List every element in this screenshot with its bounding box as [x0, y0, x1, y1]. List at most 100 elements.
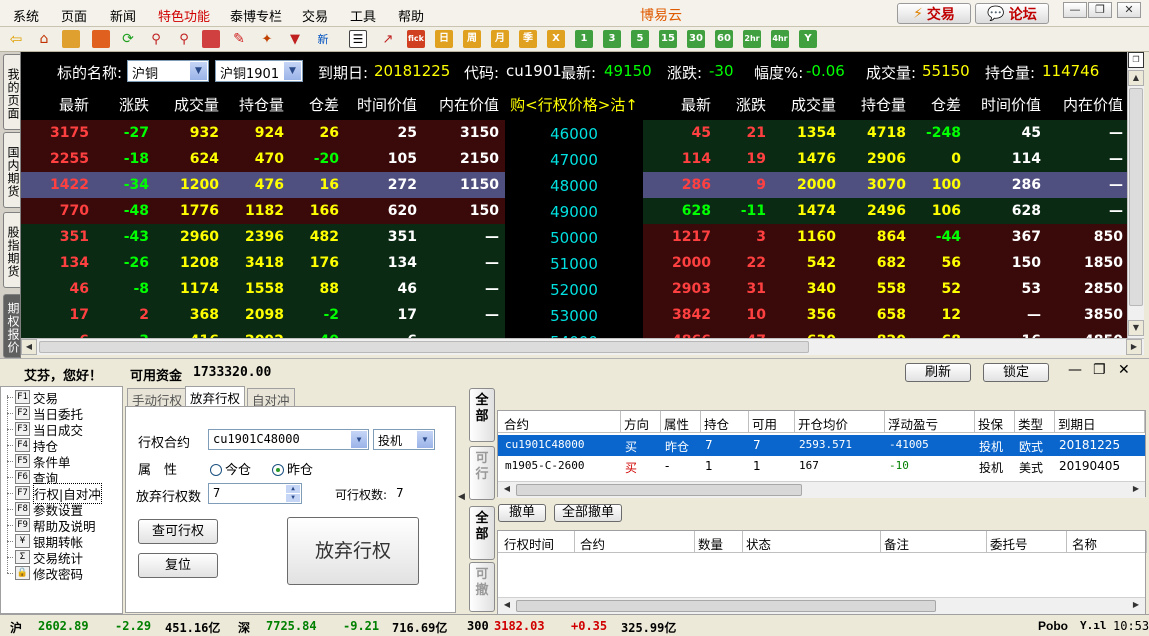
home-icon[interactable]: ⌂	[35, 30, 53, 48]
refresh-icon[interactable]: ⟳	[119, 30, 137, 48]
panel-splitter[interactable]: ◀	[457, 386, 467, 614]
column-divider[interactable]	[742, 531, 743, 553]
positions-col-header[interactable]: 可用	[752, 414, 777, 433]
orders-col-header[interactable]: 备注	[884, 534, 909, 553]
positions-col-header[interactable]: 合约	[504, 414, 529, 433]
abandon-qty-stepper[interactable]: 7 ▲ ▼	[208, 483, 302, 504]
show-all-positions-button[interactable]: 全部	[469, 388, 495, 442]
maximize-panel-icon[interactable]: ❐	[1128, 52, 1144, 68]
min30-button[interactable]: 30	[687, 30, 705, 48]
min60-button[interactable]: 60	[715, 30, 733, 48]
orders-scroll-thumb[interactable]	[516, 600, 936, 612]
contract-combo[interactable]: cu1901C48000 ▼	[208, 429, 369, 450]
trend-chart-icon[interactable]: ↗	[379, 30, 397, 48]
quote-row[interactable]: 3175 -27 932 924 26 25 3150 46000 45 21 1354 4718 -2…	[21, 120, 1127, 146]
position-row[interactable]: m1905-C-2600 买 - 1 1 167 -10 投机 美式 20190405	[498, 456, 1145, 477]
quote-row[interactable]: 2255 -18 624 470 -20 105 2150 47000 114 19 1476 290…	[21, 146, 1127, 172]
menu-system[interactable]: 系统	[13, 6, 39, 25]
tab-self-hedge[interactable]: 自对冲	[247, 388, 295, 408]
column-divider[interactable]	[986, 531, 987, 553]
positions-col-header[interactable]: 类型	[1018, 414, 1043, 433]
column-divider[interactable]	[748, 411, 749, 433]
reset-button[interactable]: 复位	[138, 553, 218, 578]
abandon-exercise-button[interactable]: 放弃行权	[287, 517, 419, 585]
positions-col-header[interactable]: 属性	[664, 414, 689, 433]
vertical-scroll-thumb[interactable]	[1129, 88, 1143, 306]
column-divider[interactable]	[974, 411, 975, 433]
column-divider[interactable]	[1054, 411, 1055, 433]
tab-manual-exercise[interactable]: 手动行权	[127, 388, 188, 408]
restore-panel-icon[interactable]: ❐	[1093, 362, 1106, 378]
filter-icon[interactable]: ▼	[286, 30, 304, 48]
column-divider[interactable]	[1146, 531, 1147, 553]
scroll-left-icon[interactable]: ◀	[499, 482, 515, 498]
menu-news[interactable]: 新闻	[110, 6, 136, 25]
menu-features[interactable]: 特色功能	[158, 6, 210, 25]
close-panel-icon[interactable]: ✕	[1118, 362, 1130, 378]
column-divider[interactable]	[660, 411, 661, 433]
orders-col-header[interactable]: 数量	[698, 534, 723, 553]
column-divider[interactable]	[620, 411, 621, 433]
forum-button[interactable]: 💬 论坛	[975, 3, 1049, 24]
menu-tools[interactable]: 工具	[350, 6, 376, 25]
scroll-right-icon[interactable]: ▶	[1128, 482, 1144, 498]
zoom-in-icon[interactable]: ⚲	[147, 30, 165, 48]
quote-row[interactable]: 46 -8 1174 1558 88 46 — 52000 2903 31 340 558 52 53 28…	[21, 276, 1127, 302]
quote-row[interactable]: 17 2 368 2098 -2 17 — 53000 3842 10 356 658 12 — 3850	[21, 302, 1127, 328]
zoom-out-icon[interactable]: ⚲	[175, 30, 193, 48]
scroll-left-icon[interactable]: ◀	[21, 339, 37, 355]
quote-horizontal-scrollbar[interactable]: ◀ ▶	[21, 338, 1144, 355]
minimize-panel-icon[interactable]: —	[1068, 362, 1082, 378]
scroll-right-icon[interactable]: ▶	[1128, 598, 1144, 614]
col-strike[interactable]: 购<行权价格>沽↑	[505, 94, 643, 115]
column-divider[interactable]	[574, 531, 575, 553]
column-divider[interactable]	[794, 411, 795, 433]
scroll-right-icon[interactable]: ▶	[1126, 339, 1142, 355]
column-divider[interactable]	[880, 531, 881, 553]
paint-icon[interactable]: ✦	[258, 30, 276, 48]
cancel-order-button[interactable]: 撤单	[498, 504, 546, 522]
list-view-icon[interactable]: ☰	[349, 30, 367, 48]
day-button[interactable]: 日	[435, 30, 453, 48]
quote-row[interactable]: 134 -26 1208 3418 176 134 — 51000 2000 22 542 682 56…	[21, 250, 1127, 276]
coin-stack-icon[interactable]	[62, 30, 80, 48]
radio-previous-position[interactable]: 昨仓	[272, 459, 313, 478]
lock-button[interactable]: 锁定	[983, 363, 1049, 382]
collapse-arrow-icon[interactable]: ◀	[458, 492, 465, 502]
hedge-type-select[interactable]: 投机 ▼	[373, 429, 435, 450]
positions-col-header[interactable]: 浮动盈亏	[888, 414, 938, 433]
refresh-button[interactable]: 刷新	[905, 363, 971, 382]
scroll-up-icon[interactable]: ▲	[1128, 70, 1144, 86]
window-icon[interactable]	[202, 30, 220, 48]
stepper-down-icon[interactable]: ▼	[286, 494, 300, 502]
positions-col-header[interactable]: 投保	[978, 414, 1003, 433]
week-button[interactable]: 周	[463, 30, 481, 48]
underlying-select[interactable]: 沪铜 ▼	[127, 60, 209, 82]
column-divider[interactable]	[1066, 531, 1067, 553]
quote-row[interactable]: 1422 -34 1200 476 16 272 1150 48000 286 9 2000 3070…	[21, 172, 1127, 198]
restore-icon[interactable]: ❐	[1088, 2, 1112, 18]
season-button[interactable]: 季	[519, 30, 537, 48]
column-divider[interactable]	[1014, 411, 1015, 433]
scroll-left-icon[interactable]: ◀	[499, 598, 515, 614]
radio-today-position[interactable]: 今仓	[210, 459, 251, 478]
horizontal-scroll-thumb[interactable]	[39, 341, 809, 353]
quote-row[interactable]: 351 -43 2960 2396 482 351 — 50000 1217 3 1160 864 -4…	[21, 224, 1127, 250]
orders-col-header[interactable]: 合约	[580, 534, 605, 553]
new-icon[interactable]: 新	[314, 30, 332, 48]
orders-col-header[interactable]: 状态	[746, 534, 771, 553]
pencil-icon[interactable]: ✎	[230, 30, 248, 48]
tick-button[interactable]: fick	[407, 30, 425, 48]
back-arrow-icon[interactable]: ⇦	[7, 30, 25, 48]
tab-index-futures[interactable]: 股指期货	[3, 212, 20, 288]
column-divider[interactable]	[884, 411, 885, 433]
hr4-button[interactable]: 4hr	[771, 30, 789, 48]
positions-col-header[interactable]: 方向	[624, 414, 649, 433]
position-row[interactable]: cu1901C48000 买 昨仓 7 7 2593.571 -41005 投机 欧式 20181…	[498, 435, 1145, 456]
tab-abandon-exercise[interactable]: 放弃行权	[185, 386, 246, 407]
orders-col-header[interactable]: 名称	[1072, 534, 1097, 553]
menu-page[interactable]: 页面	[61, 6, 87, 25]
contract-select[interactable]: 沪铜1901 ▼	[215, 60, 303, 82]
min1-button[interactable]: 1	[575, 30, 593, 48]
query-exercisable-button[interactable]: 查可行权	[138, 519, 218, 544]
